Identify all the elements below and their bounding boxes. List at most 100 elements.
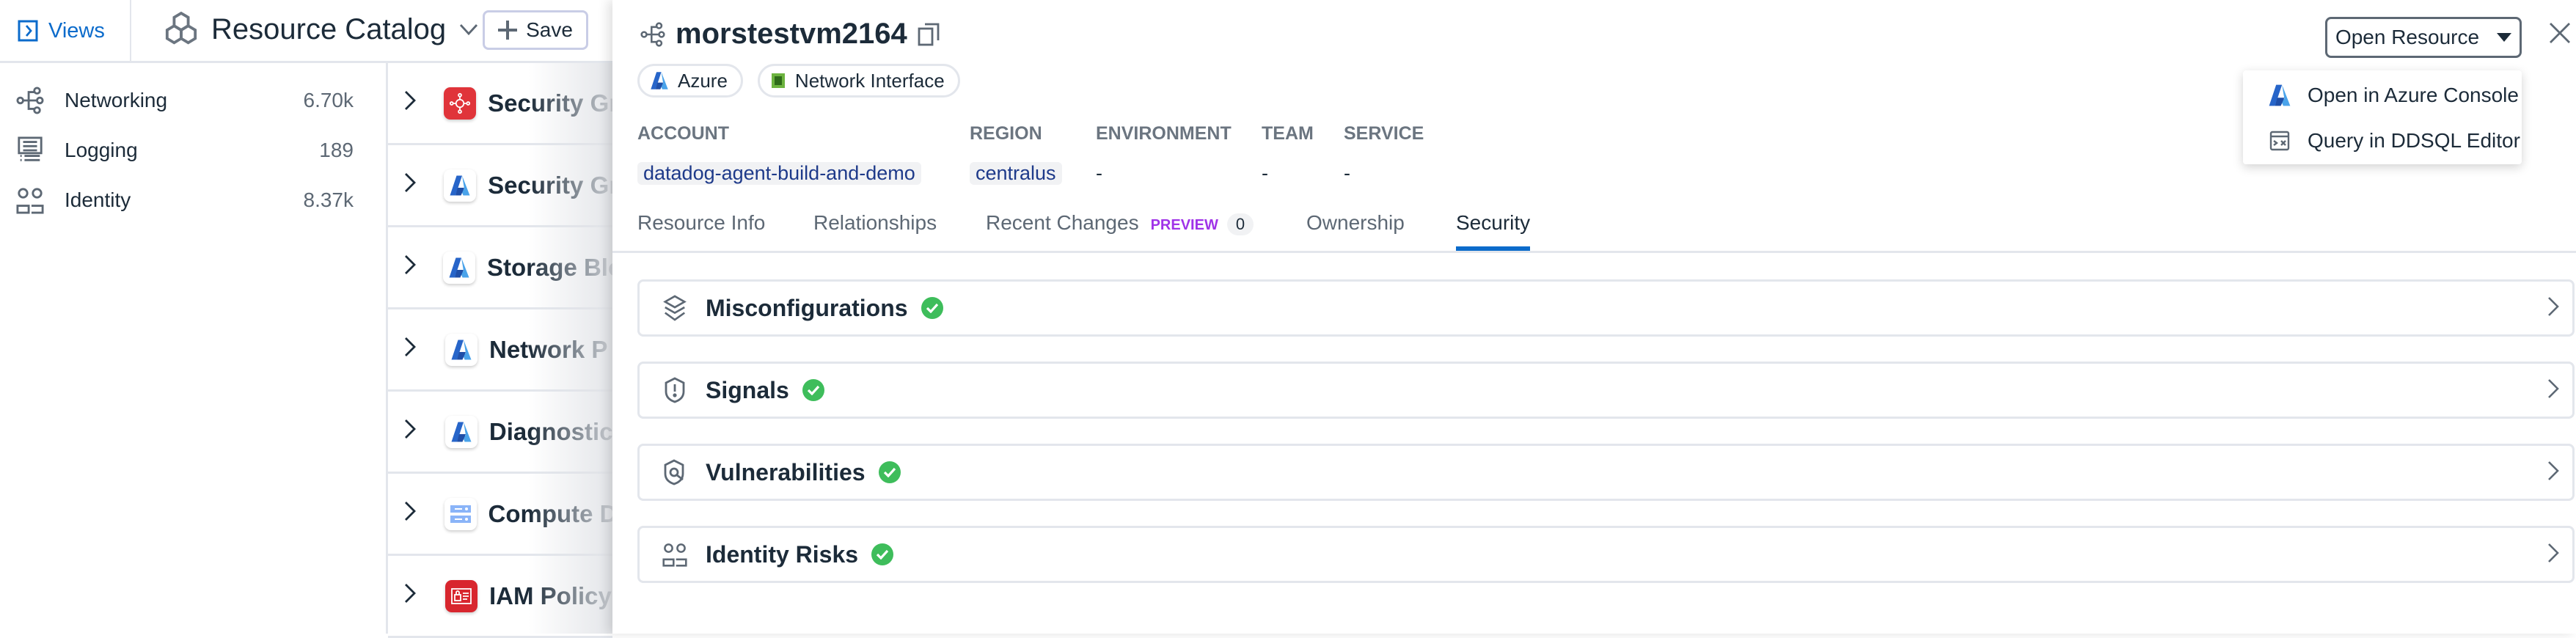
account-value[interactable]: datadog-agent-build-and-demo	[637, 161, 921, 185]
azure-icon	[431, 251, 475, 284]
tab-ownership[interactable]: Ownership	[1306, 211, 1405, 251]
menu-item-query-ddsql[interactable]: Query in DDSQL Editor	[2243, 119, 2522, 163]
tab-bar: Resource Info Relationships Recent Chang…	[612, 211, 2576, 253]
chip-network-interface[interactable]: Network Interface	[757, 64, 960, 98]
page-title: Resource Catalog	[211, 12, 447, 45]
azure-icon	[650, 71, 669, 90]
shield-search-icon	[662, 459, 688, 485]
divider	[130, 0, 131, 63]
catalog-selector[interactable]: Resource Catalog	[164, 10, 478, 48]
region-value[interactable]: centralus	[970, 161, 1062, 185]
sidebar: Networking 6.70k Logging 189 Identity 8.…	[0, 63, 388, 634]
networking-icon	[16, 87, 44, 114]
chevron-right-icon	[2548, 379, 2559, 398]
tab-label: Ownership	[1306, 211, 1405, 234]
field-label-account: ACCOUNT	[637, 123, 729, 144]
menu-item-open-azure-console[interactable]: Open in Azure Console	[2243, 73, 2522, 117]
azure-icon	[432, 169, 477, 202]
sidebar-item-label: Logging	[65, 139, 138, 161]
preview-tag: PREVIEW	[1150, 217, 1218, 233]
chevron-right-icon	[2548, 297, 2559, 316]
tab-label: Resource Info	[637, 211, 766, 234]
azure-icon	[2268, 84, 2291, 107]
layers-shield-icon	[662, 295, 688, 321]
section-title: Vulnerabilities	[706, 458, 866, 485]
team-value: -	[1262, 161, 1268, 184]
sidebar-item-count: 189	[319, 139, 354, 161]
menu-item-label: Open in Azure Console	[2308, 84, 2519, 106]
sidebar-item-count: 8.37k	[303, 188, 354, 211]
chevron-right-icon	[2548, 543, 2559, 562]
chevron-right-icon	[2548, 461, 2559, 480]
tab-resource-info[interactable]: Resource Info	[637, 211, 765, 251]
resource-chips: Azure Network Interface	[637, 64, 960, 98]
field-label-service: SERVICE	[1344, 123, 1424, 144]
security-section-identity-risks[interactable]: Identity Risks	[637, 526, 2575, 583]
views-button[interactable]: Views	[18, 15, 105, 47]
gcp-compute-icon	[433, 497, 477, 530]
copy-icon[interactable]	[918, 23, 940, 46]
resource-title: morstestvm2164	[640, 18, 940, 51]
tab-label: Relationships	[813, 211, 937, 234]
chevron-right-icon[interactable]	[404, 337, 433, 363]
chip-label: Network Interface	[794, 69, 945, 92]
section-title: Signals	[706, 376, 789, 403]
sidebar-item-label: Networking	[65, 89, 168, 111]
chevron-right-icon[interactable]	[404, 254, 431, 281]
aws-security-group-icon	[432, 87, 477, 120]
open-resource-button[interactable]: Open Resource	[2325, 17, 2522, 58]
sidebar-item-networking[interactable]: Networking 6.70k	[16, 82, 354, 119]
environment-value: -	[1096, 161, 1102, 184]
section-title: Identity Risks	[706, 540, 859, 568]
check-circle-icon	[802, 379, 824, 401]
resource-detail-panel: morstestvm2164 Azure Network Interface A…	[612, 0, 2576, 634]
tab-recent-changes[interactable]: Recent Changes PREVIEW 0	[986, 211, 1254, 251]
resource-name: morstestvm2164	[676, 18, 907, 50]
check-circle-icon	[921, 297, 943, 319]
list-fade-overlay	[528, 63, 612, 634]
sidebar-item-logging[interactable]: Logging 189	[16, 132, 354, 169]
chevron-right-icon[interactable]	[404, 419, 433, 445]
count-badge: 0	[1226, 213, 1254, 235]
security-section-misconfigurations[interactable]: Misconfigurations	[637, 279, 2575, 337]
chevron-right-icon[interactable]	[404, 90, 432, 117]
menu-item-label: Query in DDSQL Editor	[2308, 129, 2520, 152]
check-circle-icon	[871, 543, 894, 565]
views-panel-icon	[18, 20, 38, 42]
network-interface-type-icon	[771, 73, 785, 88]
identity-icon	[662, 542, 688, 567]
save-label: Save	[526, 18, 573, 41]
security-section-signals[interactable]: Signals	[637, 362, 2575, 419]
chip-azure[interactable]: Azure	[637, 64, 743, 98]
open-resource-label: Open Resource	[2335, 26, 2480, 48]
top-bar: Views Resource Catalog Save	[0, 0, 612, 63]
chevron-right-icon[interactable]	[404, 583, 433, 609]
sidebar-item-identity[interactable]: Identity 8.37k	[16, 182, 354, 219]
sidebar-item-label: Identity	[65, 188, 131, 211]
section-title: Misconfigurations	[706, 294, 908, 321]
sidebar-item-count: 6.70k	[303, 89, 354, 111]
shield-alert-icon	[662, 377, 688, 403]
close-icon[interactable]	[2549, 22, 2571, 44]
save-button[interactable]: Save	[483, 10, 588, 50]
chevron-right-icon[interactable]	[404, 501, 433, 527]
chevron-right-icon[interactable]	[404, 172, 432, 199]
plus-icon	[498, 21, 518, 40]
service-value: -	[1344, 161, 1350, 184]
identity-icon	[16, 188, 44, 214]
open-resource-menu: Open in Azure Console Query in DDSQL Edi…	[2243, 70, 2522, 164]
security-section-vulnerabilities[interactable]: Vulnerabilities	[637, 444, 2575, 501]
chevron-down-icon	[460, 24, 478, 35]
views-label: Views	[48, 18, 105, 43]
tab-security[interactable]: Security	[1456, 211, 1531, 251]
tab-label: Security	[1456, 211, 1531, 234]
tab-label: Recent Changes	[986, 211, 1139, 234]
aws-iam-icon	[433, 579, 477, 612]
field-label-region: REGION	[970, 123, 1042, 144]
field-label-environment: ENVIRONMENT	[1096, 123, 1232, 144]
azure-icon	[433, 333, 477, 366]
tab-relationships[interactable]: Relationships	[813, 211, 937, 251]
check-circle-icon	[878, 461, 901, 483]
field-label-team: TEAM	[1262, 123, 1314, 144]
logging-icon	[18, 136, 43, 161]
